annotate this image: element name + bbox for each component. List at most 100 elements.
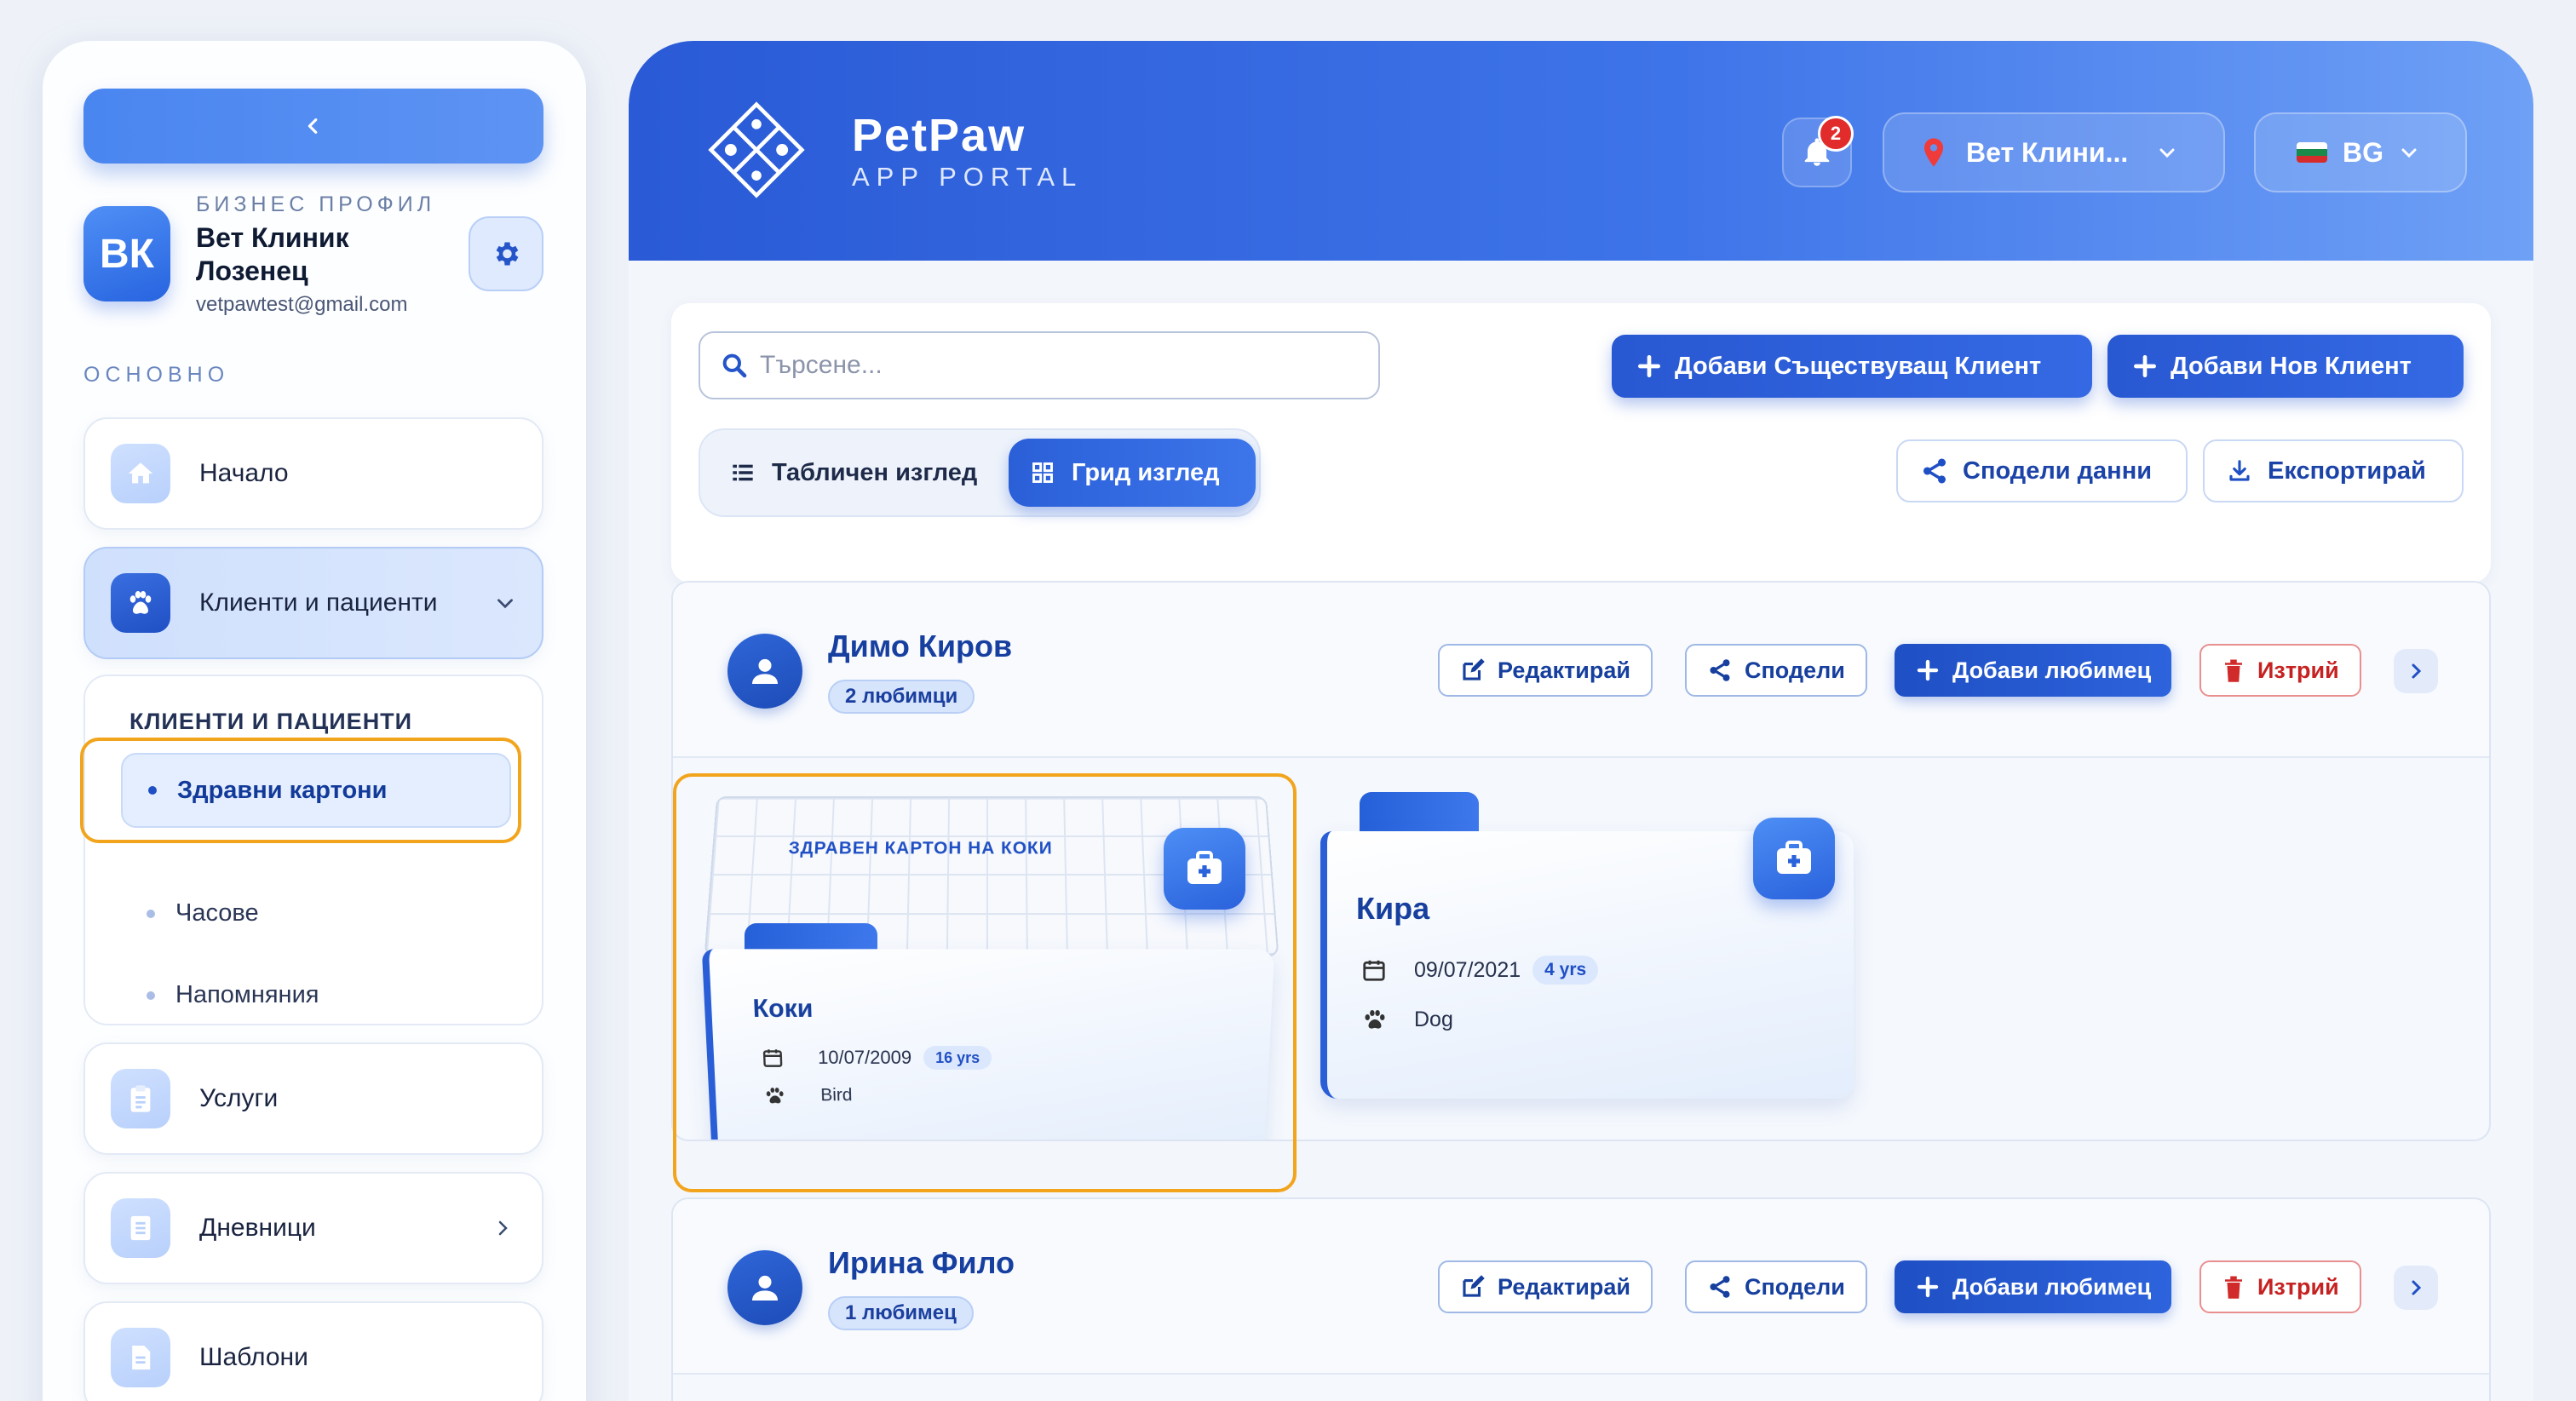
- sidebar-item-label: Клиенти и пациенти: [199, 589, 438, 617]
- focus-highlight: [80, 738, 521, 843]
- add-pet-label: Добави любимец: [1952, 657, 2152, 683]
- app-header: PetPaw APP PORTAL 2 Вет Клини... BG: [629, 41, 2533, 261]
- notification-count-badge: 2: [1818, 116, 1854, 152]
- plus-icon: [1638, 355, 1660, 377]
- pet-count-badge: 2 любимци: [828, 680, 975, 714]
- sidebar-item-label: Дневници: [199, 1214, 316, 1242]
- trash-icon: [2225, 1276, 2242, 1299]
- paw-icon: [111, 573, 170, 633]
- section-label-main: ОСНОВНО: [83, 363, 230, 387]
- submenu-item-label: Часове: [175, 899, 259, 927]
- grid-view-label: Грид изглед: [1072, 458, 1220, 486]
- brand-name: PetPaw: [852, 110, 1026, 161]
- search-icon: [722, 353, 747, 378]
- export-label: Експортирай: [2268, 456, 2426, 485]
- user-icon: [752, 1275, 778, 1301]
- share-client-label: Сподели: [1745, 657, 1845, 683]
- chevron-down-icon: [2159, 148, 2175, 158]
- brand-subtitle: APP PORTAL: [852, 162, 1084, 192]
- search-input[interactable]: Търсене...: [699, 331, 1380, 399]
- edit-client-label: Редактирай: [1498, 657, 1630, 683]
- chevron-right-icon: [2412, 663, 2422, 679]
- expand-client-button[interactable]: [2394, 1266, 2438, 1310]
- client-avatar: [727, 634, 802, 709]
- sidebar-item-services[interactable]: Услуги: [83, 1042, 543, 1155]
- sidebar-collapse-button[interactable]: [83, 89, 543, 164]
- pet-species-row: Dog: [1361, 1007, 1453, 1032]
- trash-icon: [2225, 659, 2242, 682]
- user-icon: [752, 658, 778, 684]
- share-client-button[interactable]: Сподели: [1685, 1260, 1867, 1313]
- plus-icon: [2134, 355, 2156, 377]
- download-icon: [2229, 460, 2250, 481]
- client-header: Димо Киров 2 любимци Редактирай Сподели …: [673, 583, 2489, 758]
- table-view-button[interactable]: Табличен изглед: [709, 439, 999, 507]
- language-value: BG: [2343, 136, 2383, 168]
- submenu-item-reminders[interactable]: Напомняния: [147, 981, 319, 1009]
- location-pin-icon: [1923, 138, 1944, 167]
- submenu-item-appointments[interactable]: Часове: [147, 899, 259, 927]
- chevron-right-icon: [2412, 1280, 2422, 1295]
- export-button[interactable]: Експортирай: [2203, 439, 2464, 502]
- sidebar-item-journals[interactable]: Дневници: [83, 1172, 543, 1284]
- client-avatar: [727, 1250, 802, 1325]
- share-data-label: Сподели данни: [1963, 456, 2153, 485]
- settings-button[interactable]: [469, 216, 543, 291]
- sidebar-item-home[interactable]: Начало: [83, 417, 543, 530]
- business-email: vetpawtest@gmail.com: [196, 293, 408, 316]
- search-placeholder: Търсене...: [760, 351, 883, 379]
- delete-client-label: Изтрий: [2257, 657, 2339, 683]
- delete-client-label: Изтрий: [2257, 1273, 2339, 1300]
- clipboard-icon: [111, 1069, 170, 1128]
- submenu-item-label: Напомняния: [175, 981, 319, 1008]
- language-selector[interactable]: BG: [2254, 112, 2467, 192]
- petpaw-logo-icon: [708, 101, 805, 198]
- share-icon: [1710, 1276, 1730, 1298]
- folder-tab: [1360, 792, 1479, 833]
- bullet-dot: [147, 909, 155, 918]
- pet-birthdate-row: 09/07/2021 4 yrs: [1361, 956, 1599, 985]
- pet-card-kira[interactable]: Кира 09/07/2021 4 yrs Dog: [1320, 792, 1854, 1099]
- add-pet-button[interactable]: Добави любимец: [1895, 1260, 2172, 1313]
- add-existing-client-label: Добави Съществуващ Клиент: [1675, 352, 2042, 380]
- delete-client-button[interactable]: Изтрий: [2199, 1260, 2361, 1313]
- business-profile-label: БИЗНЕС ПРОФИЛ: [196, 192, 436, 216]
- add-new-client-button[interactable]: Добави Нов Клиент: [2107, 335, 2464, 398]
- medical-kit-button[interactable]: [1753, 818, 1835, 899]
- medical-kit-icon: [1777, 841, 1811, 874]
- share-icon: [1923, 458, 1946, 484]
- share-data-button[interactable]: Сподели данни: [1896, 439, 2188, 502]
- client-name[interactable]: Димо Киров: [828, 629, 1012, 664]
- bulgaria-flag-icon: [2297, 142, 2327, 163]
- edit-client-button[interactable]: Редактирай: [1438, 1260, 1653, 1313]
- client-card: Ирина Фило 1 любимец Редактирай Сподели …: [671, 1197, 2491, 1401]
- pet-species: Dog: [1414, 1007, 1453, 1031]
- delete-client-button[interactable]: Изтрий: [2199, 644, 2361, 697]
- expand-client-button[interactable]: [2394, 649, 2438, 693]
- pet-count-badge: 1 любимец: [828, 1296, 974, 1330]
- sidebar-item-templates[interactable]: Шаблони: [83, 1301, 543, 1401]
- edit-client-button[interactable]: Редактирай: [1438, 644, 1653, 697]
- document-icon: [111, 1328, 170, 1387]
- sidebar-item-label: Начало: [199, 459, 289, 487]
- add-existing-client-button[interactable]: Добави Съществуващ Клиент: [1612, 335, 2092, 398]
- plus-icon: [1917, 1276, 1939, 1298]
- chevron-right-icon: [498, 1220, 508, 1236]
- paw-icon: [1365, 1010, 1385, 1029]
- list-icon: [733, 464, 753, 481]
- pet-name: Кира: [1356, 891, 1430, 926]
- main-content: PetPaw APP PORTAL 2 Вет Клини... BG Търс…: [629, 41, 2533, 1401]
- client-header: Ирина Фило 1 любимец Редактирай Сподели …: [673, 1199, 2489, 1375]
- sidebar-item-clients[interactable]: Клиенти и пациенти: [83, 547, 543, 659]
- business-avatar: ВК: [83, 206, 170, 301]
- pet-birthdate: 09/07/2021: [1414, 957, 1521, 982]
- edit-icon: [1463, 1275, 1485, 1297]
- clinic-selector[interactable]: Вет Клини...: [1883, 112, 2225, 192]
- add-pet-button[interactable]: Добави любимец: [1895, 644, 2172, 697]
- business-name: Вет Клиник Лозенец: [196, 222, 349, 286]
- share-client-button[interactable]: Сподели: [1685, 644, 1867, 697]
- grid-view-button[interactable]: Грид изглед: [1009, 439, 1256, 507]
- client-name[interactable]: Ирина Фило: [828, 1245, 1015, 1281]
- table-view-label: Табличен изглед: [772, 458, 978, 486]
- sidebar-item-label: Шаблони: [199, 1343, 308, 1371]
